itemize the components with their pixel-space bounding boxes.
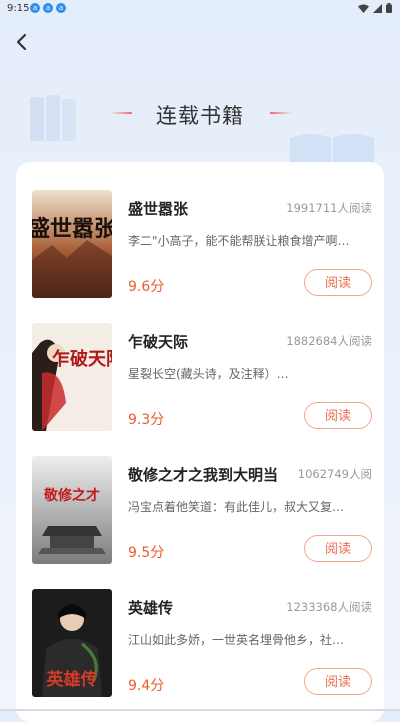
notification-badge: a xyxy=(56,3,66,13)
reader-count: 1882684人阅读 xyxy=(286,334,372,348)
status-icons xyxy=(358,3,392,13)
read-button[interactable]: 阅读 xyxy=(304,402,372,429)
book-score: 9.6分 xyxy=(128,279,165,295)
book-score: 9.5分 xyxy=(128,545,165,561)
book-cover[interactable]: 乍破天际 xyxy=(32,323,112,431)
book-score: 9.3分 xyxy=(128,412,165,428)
book-score: 9.4分 xyxy=(128,678,165,694)
cover-title: 乍破天际 xyxy=(52,348,112,370)
book-title: 盛世嚣张 xyxy=(128,200,189,218)
read-button[interactable]: 阅读 xyxy=(304,269,372,296)
status-bar: 9:15 a a a xyxy=(0,0,400,18)
notification-badge: a xyxy=(43,3,53,13)
wifi-icon xyxy=(358,4,369,13)
book-item[interactable]: 英雄传 英雄传 1233368人阅读 江山如此多娇，一世英名埋骨他乡，社… 9.… xyxy=(32,589,372,699)
notification-badge: a xyxy=(30,3,40,13)
battery-icon xyxy=(386,3,392,13)
status-time: 9:15 xyxy=(7,3,30,14)
notification-badges: a a a xyxy=(30,3,66,13)
read-button[interactable]: 阅读 xyxy=(304,535,372,562)
book-title: 敬修之才之我到大明当 xyxy=(128,466,279,484)
page-title: 连载书籍 xyxy=(156,104,244,128)
back-button[interactable] xyxy=(10,30,34,54)
signal-icon xyxy=(373,3,382,13)
book-description: 星裂长空(藏头诗，及注释）… xyxy=(128,367,289,381)
book-cover[interactable]: 敬修之才 xyxy=(32,456,112,564)
title-decor-line-right xyxy=(270,112,292,114)
book-description: 江山如此多娇，一世英名埋骨他乡，社… xyxy=(128,633,345,647)
book-cover[interactable]: 盛世嚣张 xyxy=(32,190,112,298)
chevron-left-icon xyxy=(16,33,27,51)
book-description: 李二"小高子，能不能帮朕让粮食增产啊… xyxy=(128,234,350,248)
book-title: 英雄传 xyxy=(128,599,174,617)
book-cover[interactable]: 英雄传 xyxy=(32,589,112,697)
cover-title: 敬修之才 xyxy=(43,487,100,504)
book-description: 冯宝点着他笑道：有此佳儿，叔大又复… xyxy=(128,500,345,514)
book-item[interactable]: 敬修之才 敬修之才之我到大明当 1062749人阅 冯宝点着他笑道：有此佳儿，叔… xyxy=(32,456,372,566)
reader-count: 1233368人阅读 xyxy=(286,600,372,614)
read-button[interactable]: 阅读 xyxy=(304,668,372,695)
cover-title: 英雄传 xyxy=(47,669,98,690)
book-item[interactable]: 盛世嚣张 盛世嚣张 1991711人阅读 李二"小高子，能不能帮朕让粮食增产啊…… xyxy=(32,190,372,300)
book-list-card: 盛世嚣张 盛世嚣张 1991711人阅读 李二"小高子，能不能帮朕让粮食增产啊…… xyxy=(16,162,384,722)
book-item[interactable]: 乍破天际 乍破天际 1882684人阅读 星裂长空(藏头诗，及注释）… 9.3分… xyxy=(32,323,372,433)
reader-count: 1991711人阅读 xyxy=(286,201,372,215)
reader-count: 1062749人阅 xyxy=(297,467,372,481)
book-title: 乍破天际 xyxy=(128,333,189,351)
cover-title: 盛世嚣张 xyxy=(32,216,112,242)
